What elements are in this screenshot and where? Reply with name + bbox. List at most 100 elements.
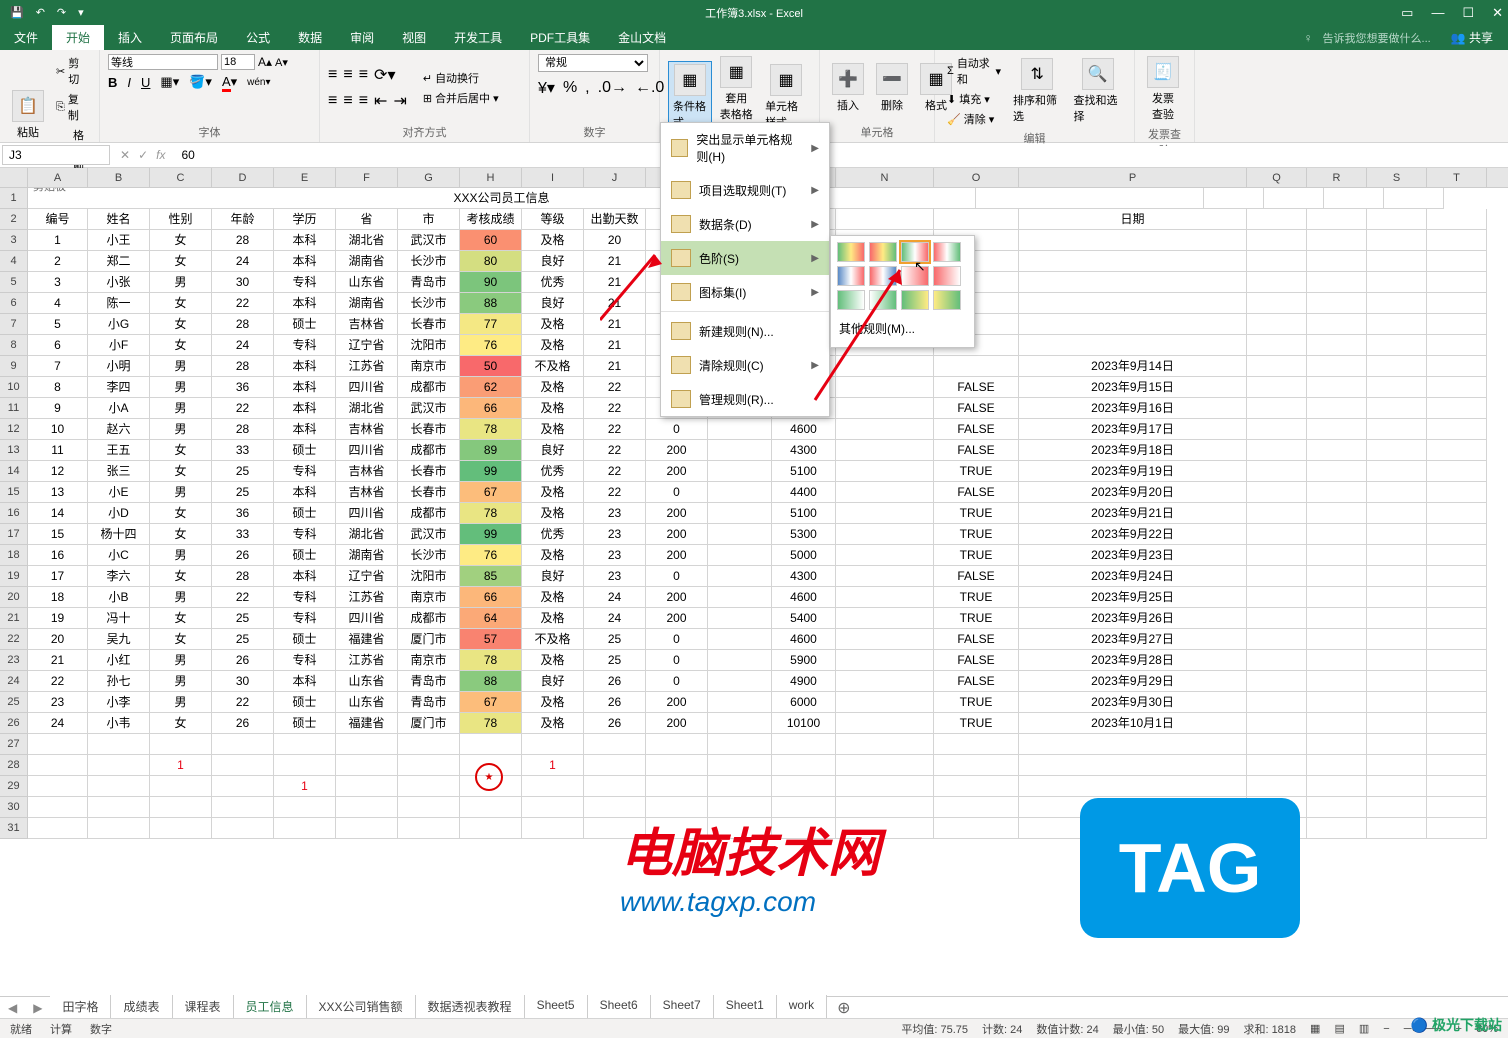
row-header[interactable]: 21 bbox=[0, 608, 28, 629]
cell[interactable] bbox=[1367, 566, 1427, 587]
cell[interactable] bbox=[836, 503, 934, 524]
cell[interactable]: 硕士 bbox=[274, 503, 336, 524]
ribbon-tab-页面布局[interactable]: 页面布局 bbox=[156, 25, 232, 50]
cell[interactable] bbox=[522, 776, 584, 797]
cell[interactable]: 62 bbox=[460, 377, 522, 398]
view-normal-icon[interactable]: ▦ bbox=[1310, 1022, 1320, 1035]
cell[interactable] bbox=[584, 734, 646, 755]
cell[interactable]: FALSE bbox=[934, 671, 1019, 692]
cell[interactable] bbox=[1307, 482, 1367, 503]
cell[interactable]: 女 bbox=[150, 314, 212, 335]
cell[interactable] bbox=[1247, 776, 1307, 797]
cell[interactable]: 小C bbox=[88, 545, 150, 566]
cell[interactable]: 4300 bbox=[772, 440, 836, 461]
find-select-button[interactable]: 🔍查找和选择 bbox=[1070, 56, 1126, 126]
font-name-combo[interactable] bbox=[108, 54, 218, 70]
cell[interactable]: 四川省 bbox=[336, 608, 398, 629]
cell[interactable]: 男 bbox=[150, 692, 212, 713]
cell[interactable]: 99 bbox=[460, 524, 522, 545]
row-header[interactable]: 30 bbox=[0, 797, 28, 818]
cell[interactable] bbox=[1247, 503, 1307, 524]
cell[interactable]: 本科 bbox=[274, 230, 336, 251]
row-header[interactable]: 14 bbox=[0, 461, 28, 482]
cell[interactable] bbox=[708, 776, 772, 797]
cell[interactable] bbox=[1307, 461, 1367, 482]
cell[interactable]: 25 bbox=[212, 608, 274, 629]
row-header[interactable]: 4 bbox=[0, 251, 28, 272]
cell[interactable]: 15 bbox=[28, 524, 88, 545]
cell[interactable] bbox=[836, 755, 934, 776]
row-header[interactable]: 5 bbox=[0, 272, 28, 293]
column-header[interactable]: G bbox=[398, 168, 460, 187]
cell[interactable]: 小F bbox=[88, 335, 150, 356]
cell[interactable]: 66 bbox=[460, 587, 522, 608]
column-header[interactable]: T bbox=[1427, 168, 1487, 187]
cell[interactable]: 小G bbox=[88, 314, 150, 335]
cell[interactable]: 2023年9月29日 bbox=[1019, 671, 1247, 692]
cell[interactable] bbox=[1367, 440, 1427, 461]
cell[interactable]: 山东省 bbox=[336, 272, 398, 293]
minimize-icon[interactable]: — bbox=[1431, 5, 1444, 21]
cell[interactable] bbox=[1247, 566, 1307, 587]
cell[interactable] bbox=[522, 818, 584, 839]
cell[interactable] bbox=[1367, 545, 1427, 566]
cell[interactable]: 小红 bbox=[88, 650, 150, 671]
cell[interactable] bbox=[1264, 188, 1324, 209]
cell[interactable] bbox=[398, 776, 460, 797]
ribbon-tab-文件[interactable]: 文件 bbox=[0, 25, 52, 50]
fill-button[interactable]: ⬇ 填充 ▾ bbox=[943, 90, 1005, 108]
row-header[interactable]: 24 bbox=[0, 671, 28, 692]
cell[interactable]: 21 bbox=[584, 314, 646, 335]
cell[interactable] bbox=[1427, 482, 1487, 503]
cell[interactable] bbox=[1307, 440, 1367, 461]
cell[interactable]: 小明 bbox=[88, 356, 150, 377]
row-header[interactable]: 6 bbox=[0, 293, 28, 314]
cell[interactable]: 硕士 bbox=[274, 440, 336, 461]
cell[interactable] bbox=[1367, 587, 1427, 608]
cell[interactable] bbox=[1367, 671, 1427, 692]
cell[interactable]: 硕士 bbox=[274, 314, 336, 335]
cell[interactable]: 小韦 bbox=[88, 713, 150, 734]
cell[interactable]: 考核成绩 bbox=[460, 209, 522, 230]
sheet-tab[interactable]: Sheet6 bbox=[588, 995, 651, 1020]
cell[interactable]: 30 bbox=[212, 272, 274, 293]
cell[interactable]: 90 bbox=[460, 272, 522, 293]
color-scale-swatch[interactable] bbox=[837, 290, 865, 310]
zoom-out-icon[interactable]: − bbox=[1383, 1023, 1389, 1035]
cell[interactable] bbox=[836, 440, 934, 461]
row-header[interactable]: 31 bbox=[0, 818, 28, 839]
cell[interactable]: 22 bbox=[584, 377, 646, 398]
cell[interactable] bbox=[336, 776, 398, 797]
cell[interactable]: 省 bbox=[336, 209, 398, 230]
cell[interactable]: 8 bbox=[28, 377, 88, 398]
cell[interactable]: 武汉市 bbox=[398, 524, 460, 545]
cell[interactable]: 本科 bbox=[274, 419, 336, 440]
number-format-combo[interactable]: 常规 bbox=[538, 54, 648, 72]
percent-icon[interactable]: % bbox=[563, 79, 577, 97]
cell[interactable] bbox=[1367, 461, 1427, 482]
cell[interactable] bbox=[1247, 314, 1307, 335]
align-left-icon[interactable]: ≡ bbox=[328, 92, 337, 110]
cell[interactable]: 等级 bbox=[522, 209, 584, 230]
cell[interactable]: 长春市 bbox=[398, 419, 460, 440]
cell[interactable]: 24 bbox=[584, 587, 646, 608]
cell[interactable] bbox=[1019, 734, 1247, 755]
cell[interactable] bbox=[212, 734, 274, 755]
cell[interactable]: 0 bbox=[646, 629, 708, 650]
cell[interactable] bbox=[1427, 692, 1487, 713]
cell[interactable] bbox=[1204, 188, 1264, 209]
cell[interactable]: 四川省 bbox=[336, 503, 398, 524]
cell[interactable] bbox=[1427, 776, 1487, 797]
cell[interactable]: 2023年9月17日 bbox=[1019, 419, 1247, 440]
cell[interactable] bbox=[836, 209, 934, 230]
color-scale-swatch[interactable] bbox=[933, 290, 961, 310]
cell[interactable]: 21 bbox=[584, 335, 646, 356]
cell[interactable] bbox=[1427, 608, 1487, 629]
cell[interactable] bbox=[708, 524, 772, 545]
cell[interactable]: 市 bbox=[398, 209, 460, 230]
cell[interactable] bbox=[1427, 650, 1487, 671]
cell[interactable]: 男 bbox=[150, 587, 212, 608]
cell[interactable]: 24 bbox=[28, 713, 88, 734]
cell[interactable]: 小B bbox=[88, 587, 150, 608]
cell[interactable] bbox=[1427, 797, 1487, 818]
